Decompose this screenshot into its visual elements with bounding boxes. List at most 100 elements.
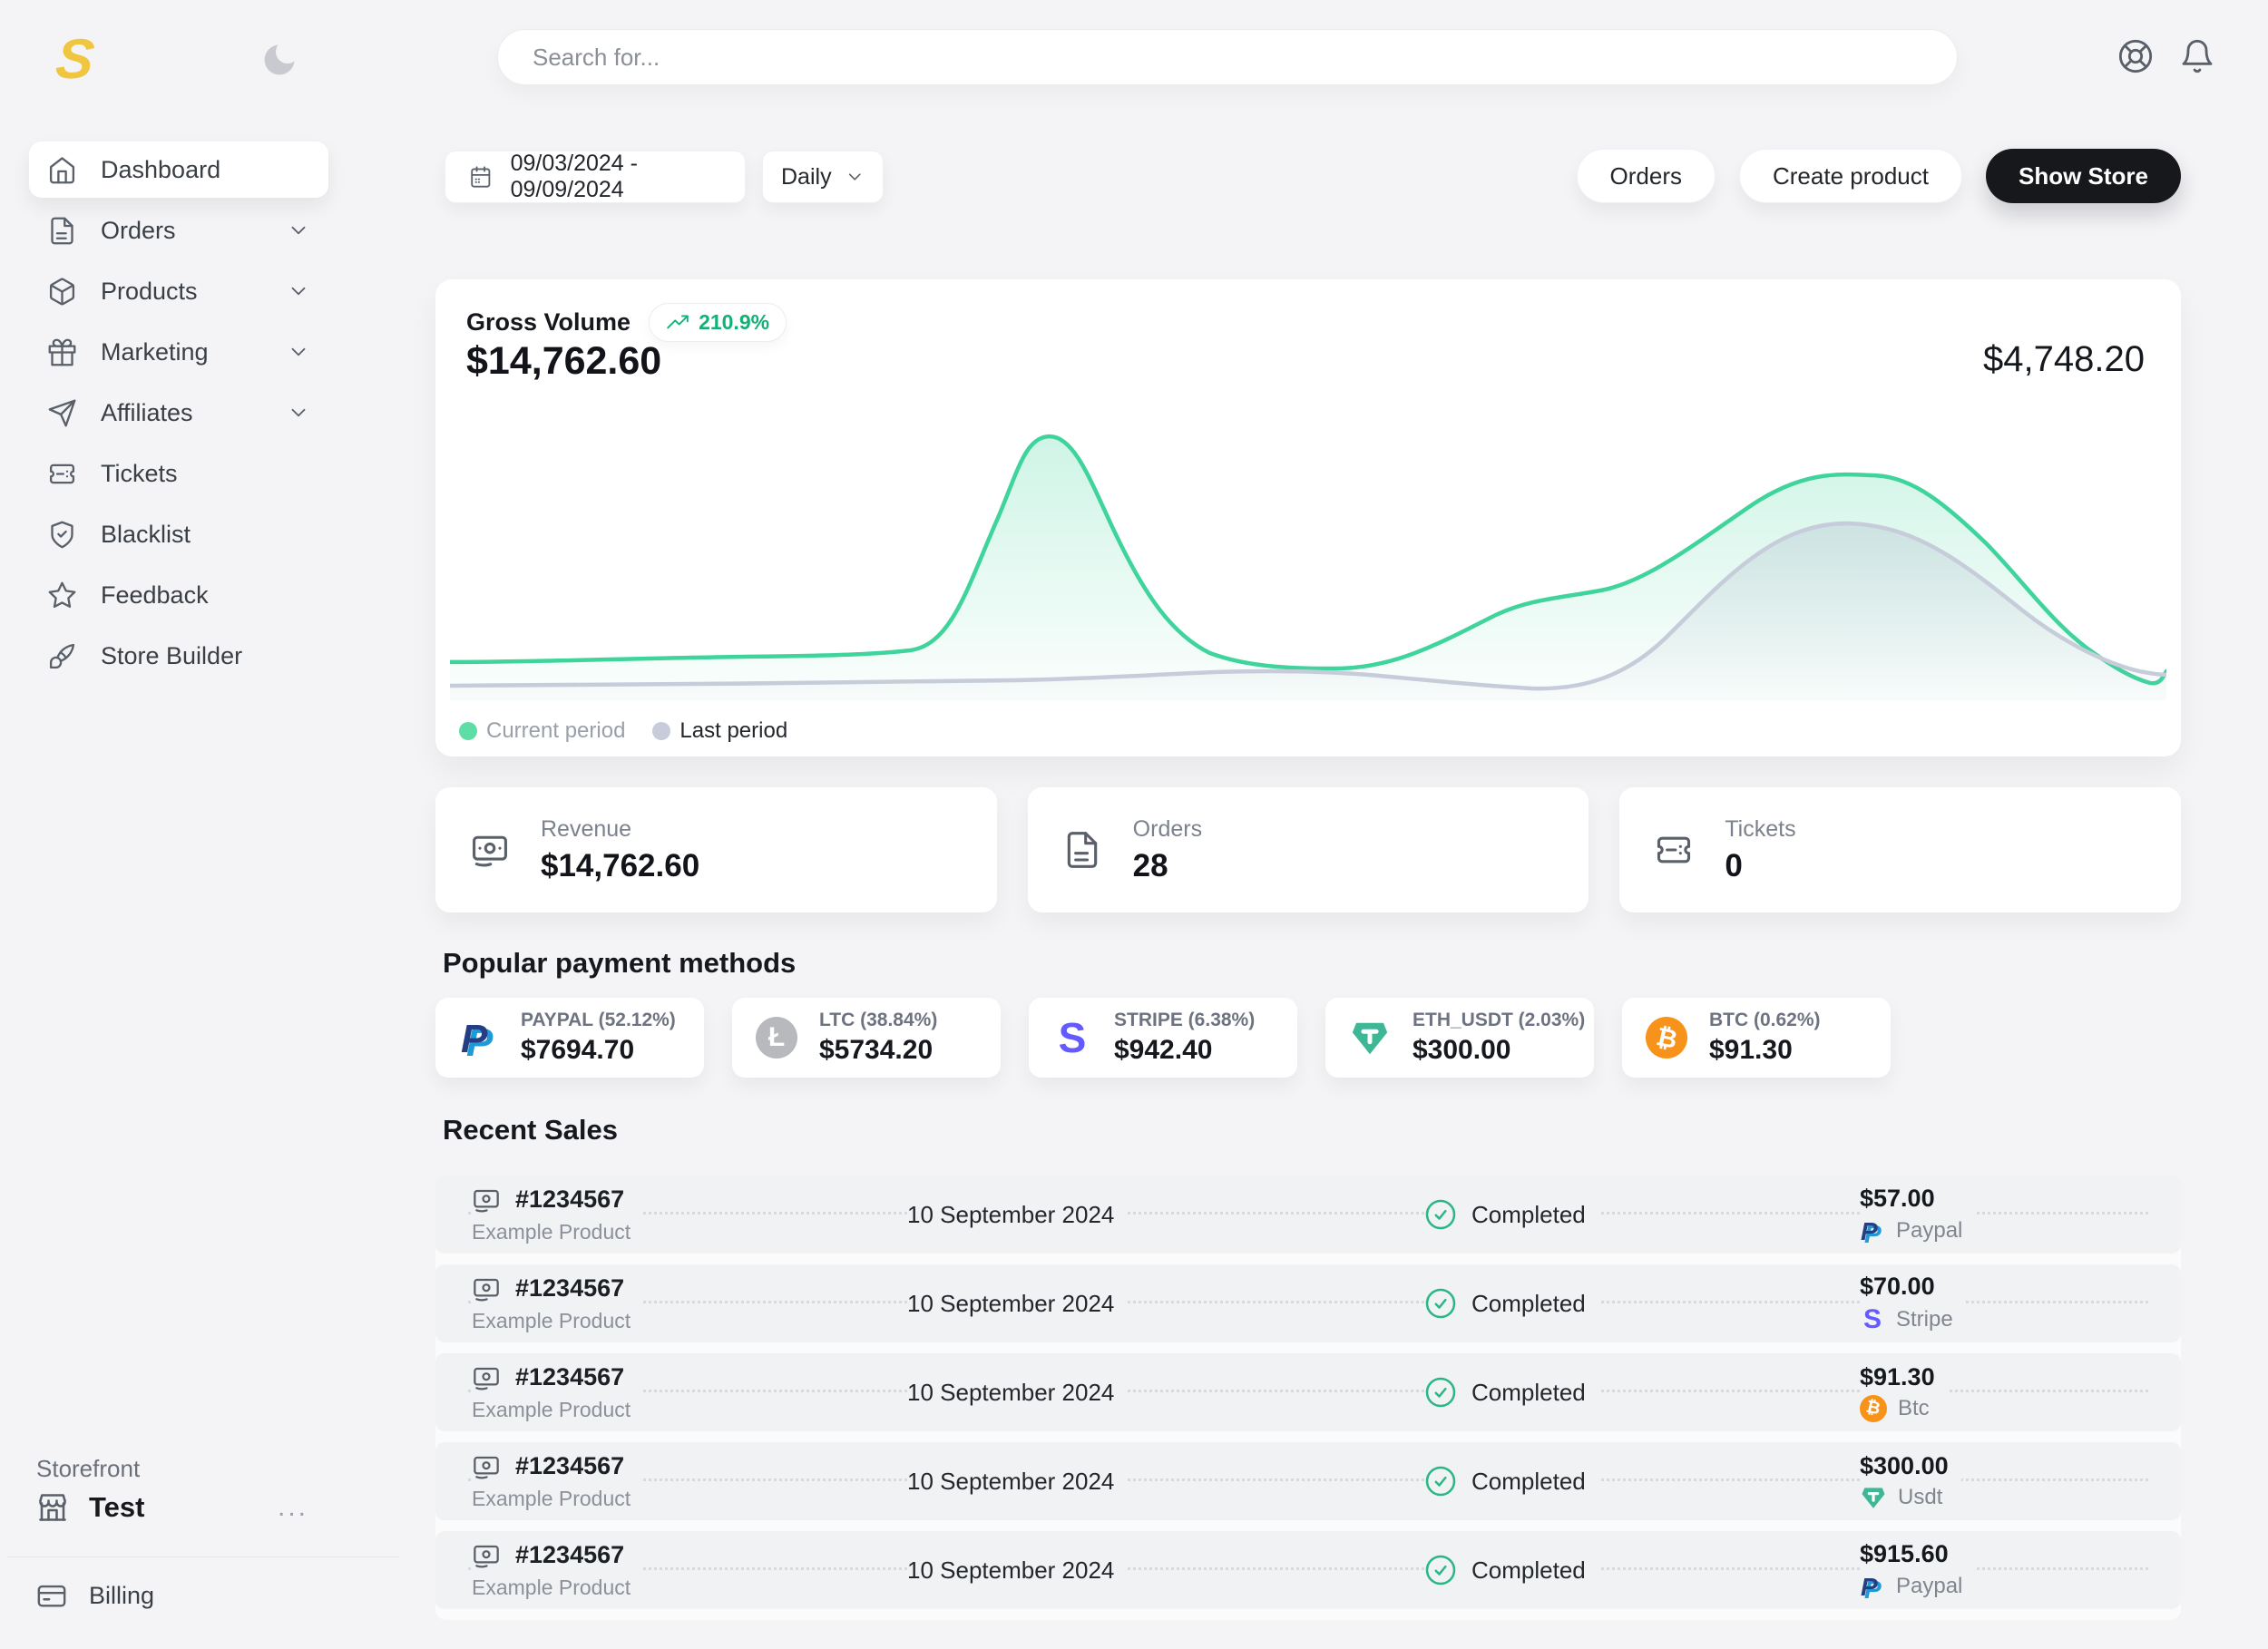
sidebar-item-label: Tickets [101, 460, 178, 488]
last-period-dot-icon [652, 722, 670, 740]
check-circle-icon [1424, 1554, 1457, 1586]
date-range-picker[interactable]: 09/03/2024 - 09/09/2024 [445, 151, 746, 203]
create-product-button[interactable]: Create product [1739, 149, 1962, 203]
sidebar-item-billing[interactable]: Billing [36, 1580, 154, 1611]
sidebar-item-label: Blacklist [101, 521, 191, 549]
search-input[interactable] [497, 29, 1958, 85]
invoice-icon [472, 1541, 501, 1570]
table-row[interactable]: #1234567 Example Product 10 September 20… [435, 1442, 2181, 1520]
payment-method-amount: $91.30 [1709, 1035, 1821, 1066]
legend-current-period: Current period [459, 718, 625, 744]
current-period-total: $14,762.60 [466, 339, 661, 384]
storefront-name: Test [89, 1491, 144, 1524]
tether-icon [1860, 1484, 1887, 1511]
gross-volume-card: Gross Volume 210.9% $14,762.60 $4,748.20 [435, 279, 2181, 756]
status-badge: Completed [1471, 1201, 1586, 1229]
check-circle-icon [1424, 1376, 1457, 1409]
interval-select[interactable]: Daily [762, 151, 884, 203]
calendar-icon [469, 163, 493, 190]
send-icon [47, 398, 77, 428]
payment-method-amount: $942.40 [1114, 1035, 1255, 1066]
interval-value: Daily [781, 164, 832, 190]
order-id: #1234567 [515, 1452, 624, 1480]
current-period-dot-icon [459, 722, 477, 740]
gift-icon [47, 337, 77, 367]
storefront-label: Storefront [36, 1455, 140, 1483]
chevron-down-icon [845, 166, 865, 188]
recent-sales-title: Recent Sales [443, 1114, 618, 1146]
payment-method-amount: $5734.20 [819, 1035, 937, 1066]
orders-card: Orders 28 [1028, 787, 1589, 912]
recent-sales-table: #1234567 Example Product 10 September 20… [435, 1176, 2181, 1620]
payment-methods-title: Popular payment methods [443, 947, 796, 980]
paypal-icon: PP [1860, 1216, 1885, 1245]
tickets-card: Tickets 0 [1619, 787, 2181, 912]
file-text-icon [1062, 830, 1102, 870]
help-button[interactable] [2117, 38, 2154, 74]
stat-value: 0 [1725, 848, 1795, 884]
sidebar-item-orders[interactable]: Orders [29, 202, 328, 259]
sidebar-item-store-builder[interactable]: Store Builder [29, 628, 328, 684]
more-icon[interactable]: ... [278, 1492, 308, 1523]
payment-method-name: BTC (0.62%) [1709, 1010, 1821, 1031]
stat-label: Tickets [1725, 816, 1795, 843]
table-row[interactable]: #1234567 Example Product 10 September 20… [435, 1531, 2181, 1609]
paypal-card: PP PAYPAL (52.12%) $7694.70 [435, 998, 704, 1078]
order-id: #1234567 [515, 1541, 624, 1569]
order-id: #1234567 [515, 1186, 624, 1214]
stripe-icon: S [1052, 1013, 1092, 1062]
legend-last-label: Last period [679, 718, 787, 744]
status-badge: Completed [1471, 1556, 1586, 1585]
order-date: 10 September 2024 [907, 1290, 1127, 1318]
stat-label: Orders [1133, 816, 1202, 843]
payment-method-amount: $300.00 [1413, 1035, 1585, 1066]
notifications-button[interactable] [2179, 38, 2215, 74]
date-range-value: 09/03/2024 - 09/09/2024 [511, 151, 721, 203]
file-text-icon [47, 216, 77, 246]
star-icon [47, 581, 77, 610]
sidebar-item-label: Products [101, 278, 198, 306]
sidebar-item-dashboard[interactable]: Dashboard [29, 141, 328, 198]
brand-logo[interactable]: S [53, 27, 97, 92]
orders-button[interactable]: Orders [1577, 149, 1716, 203]
sidebar-item-tickets[interactable]: Tickets [29, 445, 328, 502]
sidebar-item-blacklist[interactable]: Blacklist [29, 506, 328, 562]
ticket-icon [47, 459, 77, 489]
chevron-down-icon [287, 401, 310, 424]
sidebar-item-label: Orders [101, 217, 176, 245]
sidebar-item-feedback[interactable]: Feedback [29, 567, 328, 623]
stat-value: 28 [1133, 848, 1202, 884]
gross-volume-title: Gross Volume [466, 308, 631, 337]
order-amount: $91.30 [1860, 1363, 1935, 1391]
last-period-total: $4,748.20 [1983, 339, 2145, 380]
chart-legend: Current period Last period [459, 718, 787, 744]
order-amount: $70.00 [1860, 1273, 1953, 1301]
table-row[interactable]: #1234567 Example Product 10 September 20… [435, 1264, 2181, 1342]
litecoin-icon: Ł [756, 1017, 797, 1059]
sidebar-item-products[interactable]: Products [29, 263, 328, 319]
status-badge: Completed [1471, 1290, 1586, 1318]
sidebar-item-marketing[interactable]: Marketing [29, 324, 328, 380]
shield-check-icon [47, 520, 77, 550]
sidebar-nav: Dashboard Orders Products Marketing Affi… [29, 141, 328, 688]
ltc-card: Ł LTC (38.84%) $5734.20 [732, 998, 1001, 1078]
dark-mode-toggle[interactable] [259, 40, 299, 80]
sidebar-item-affiliates[interactable]: Affiliates [29, 385, 328, 441]
show-store-button[interactable]: Show Store [1986, 149, 2181, 203]
order-date: 10 September 2024 [907, 1556, 1127, 1585]
payment-method-amount: $7694.70 [521, 1035, 676, 1066]
status-badge: Completed [1471, 1379, 1586, 1407]
dashboard-page: S Dashboard Orders Products Marketing Af… [0, 0, 2268, 1649]
payment-method: Paypal [1896, 1574, 1962, 1599]
payment-method: Stripe [1896, 1307, 1953, 1332]
sidebar-item-label: Marketing [101, 338, 209, 366]
storefront-selector[interactable]: Test ... [36, 1491, 308, 1524]
btc-card: ₿ BTC (0.62%) $91.30 [1622, 998, 1891, 1078]
product-name: Example Product [472, 1487, 631, 1511]
table-row[interactable]: #1234567 Example Product 10 September 20… [435, 1353, 2181, 1431]
eth-usdt-card: ETH_USDT (2.03%) $300.00 [1325, 998, 1594, 1078]
order-amount: $915.60 [1860, 1540, 1962, 1568]
table-row[interactable]: #1234567 Example Product 10 September 20… [435, 1176, 2181, 1254]
invoice-icon [472, 1274, 501, 1303]
chevron-down-icon [287, 279, 310, 303]
